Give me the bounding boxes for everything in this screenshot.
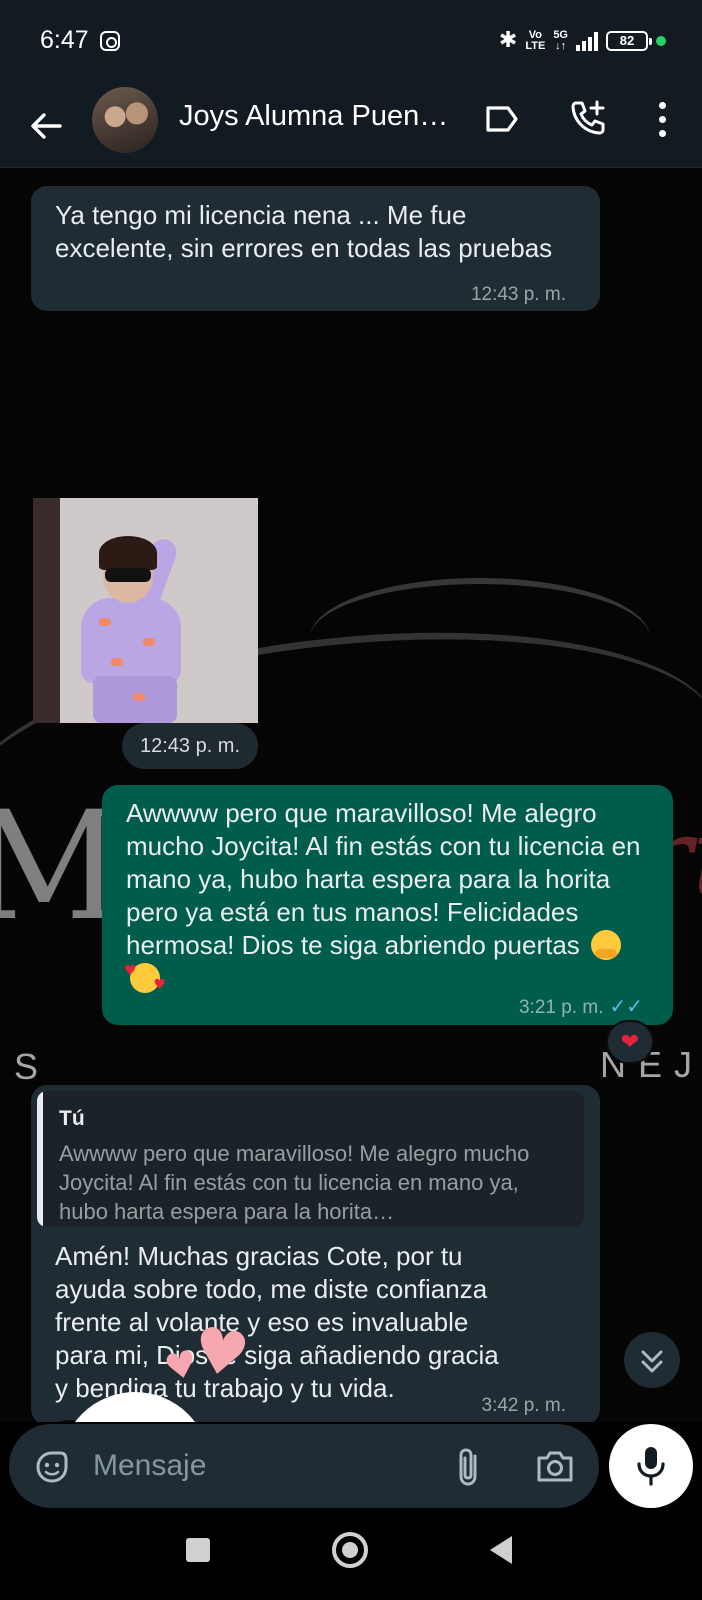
status-bar: 6:47 ✱ Vo LTE 5G ↓↑ 82 <box>0 0 702 84</box>
status-icons: ✱ Vo LTE 5G ↓↑ 82 <box>499 28 666 53</box>
signal-icon <box>576 31 598 51</box>
incoming-reply-message[interactable]: Tú Awwww pero que maravilloso! Me alegro… <box>31 1085 600 1422</box>
quote-bar <box>37 1091 43 1227</box>
message-text: Amén! Muchas gracias Cote, por tu ayuda … <box>55 1241 499 1403</box>
wallpaper-subtext: S <box>14 1046 53 1087</box>
status-time: 6:47 <box>40 26 89 54</box>
message-input[interactable] <box>93 1436 433 1496</box>
photo-content <box>81 598 181 683</box>
heart-reaction[interactable]: ❤ <box>606 1020 654 1064</box>
wallpaper-swoosh <box>310 578 650 698</box>
quote-author: Tú <box>59 1107 85 1130</box>
message-time: 3:42 p. m. <box>481 1395 567 1416</box>
label-icon[interactable] <box>484 104 520 134</box>
message-time: 3:21 p. m. ✓✓ <box>518 994 643 1018</box>
mic-icon <box>637 1447 665 1486</box>
instagram-notification-icon <box>100 31 120 51</box>
more-vert-icon[interactable] <box>656 100 668 140</box>
scroll-down-icon <box>641 1350 663 1373</box>
outgoing-message[interactable]: Awwww pero que maravilloso! Me alegro mu… <box>102 785 673 1025</box>
camera-icon[interactable] <box>535 1448 575 1484</box>
contact-avatar[interactable] <box>92 87 158 153</box>
image-message[interactable] <box>33 498 258 723</box>
back-arrow-icon[interactable] <box>26 106 66 146</box>
scroll-down-button[interactable] <box>624 1332 680 1388</box>
bluetooth-icon: ✱ <box>498 28 518 53</box>
sticker-icon[interactable] <box>33 1448 71 1486</box>
hugging-face-emoji-icon <box>591 930 622 960</box>
message-text: Ya tengo mi licencia nena ... Me fue exc… <box>55 200 553 263</box>
message-text: Awwww pero que maravilloso! Me alegro mu… <box>124 797 651 1002</box>
recent-apps-icon[interactable] <box>186 1538 210 1562</box>
privacy-indicator-dot <box>656 35 666 46</box>
smiling-face-hearts-emoji-icon <box>124 955 166 1002</box>
contact-name[interactable]: Joys Alumna Puen… <box>179 100 459 133</box>
message-composer <box>9 1424 599 1508</box>
home-icon[interactable] <box>332 1532 368 1568</box>
system-back-icon[interactable] <box>490 1536 512 1564</box>
battery-icon: 82 <box>606 30 652 51</box>
voice-message-button[interactable] <box>609 1424 693 1508</box>
chat-area[interactable]: Manel Art S NEJ Ya tengo mi licencia nen… <box>0 168 702 1422</box>
message-time: 12:43 p. m. <box>470 284 566 305</box>
quote-text: Awwww pero que maravilloso! Me alegro mu… <box>59 1141 530 1224</box>
chat-header: Joys Alumna Puen… <box>0 84 702 168</box>
volte-indicator: Vo LTE <box>525 28 546 52</box>
incoming-message[interactable]: Ya tengo mi licencia nena ... Me fue exc… <box>31 186 600 311</box>
network-type: 5G ↓↑ <box>553 28 568 52</box>
read-receipt-icon: ✓✓ <box>609 994 643 1018</box>
attach-icon[interactable] <box>455 1446 483 1488</box>
quoted-message[interactable]: Tú Awwww pero que maravilloso! Me alegro… <box>37 1091 584 1227</box>
system-navigation-bar <box>0 1508 702 1600</box>
add-call-icon[interactable] <box>568 98 608 138</box>
image-time: 12:43 p. m. <box>122 723 258 769</box>
